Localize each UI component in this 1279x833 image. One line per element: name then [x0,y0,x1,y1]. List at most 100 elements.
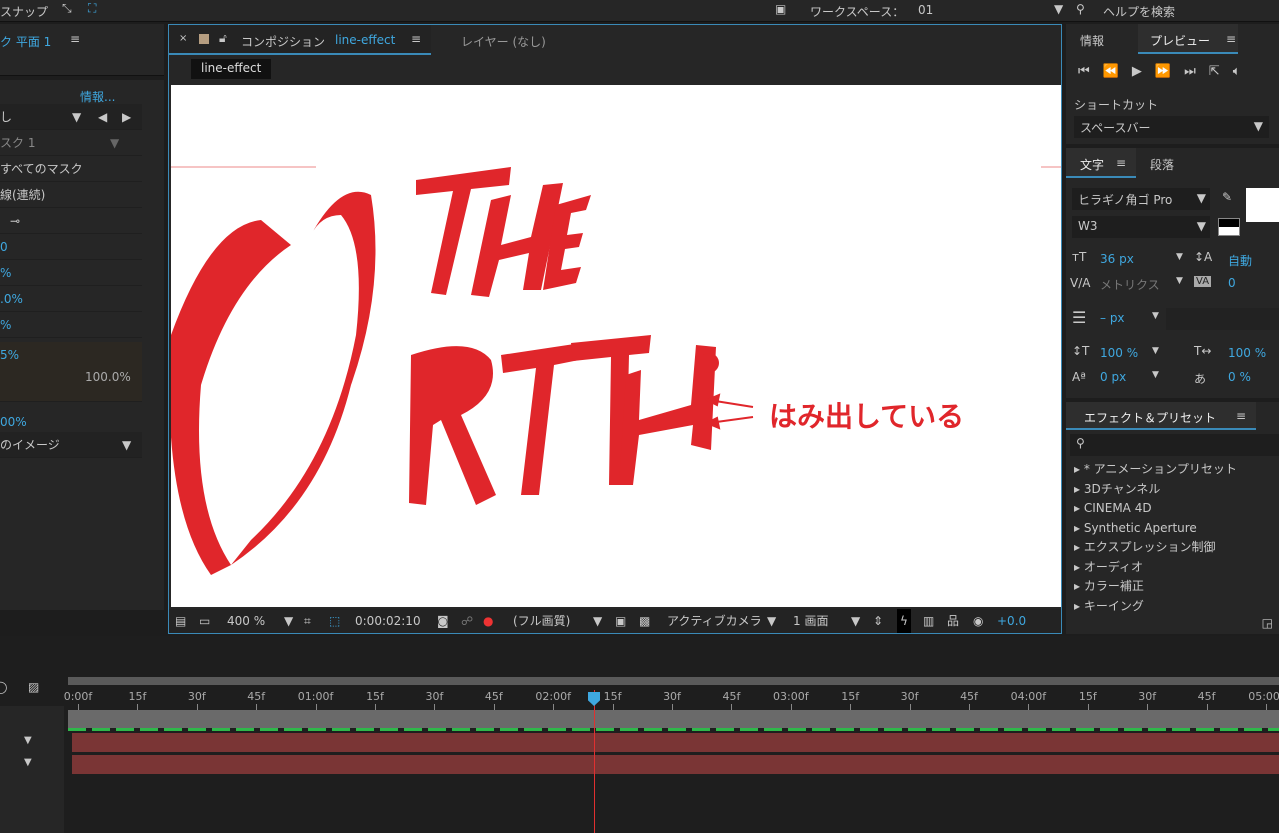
lock-icon[interactable]: 🔓︎ [219,31,227,46]
row-value[interactable]: % [0,260,142,286]
flowchart-icon[interactable]: 品 [947,609,959,633]
time-navigator[interactable] [68,710,1279,728]
workspace-dropdown-icon[interactable]: ▼ [1054,2,1063,16]
tab-effects-presets[interactable]: エフェクト＆プリセット ≡ [1066,402,1256,430]
prev-frame-icon[interactable]: ⏪ [1103,64,1132,79]
layer-bar[interactable] [72,755,1279,774]
next-icon[interactable]: ▶ [122,104,131,130]
info-link[interactable]: 情報... [80,88,115,105]
play-icon[interactable]: ▶ [1132,64,1155,79]
last-frame-icon[interactable]: ⏭ [1184,64,1209,79]
stroke-type-select[interactable] [1166,308,1279,330]
row-value[interactable]: % [0,312,142,338]
timeline-icon[interactable]: ▥ [923,609,934,633]
tab-paragraph[interactable]: 段落 [1150,156,1174,173]
resolution-select[interactable]: (フル画質) [513,609,570,633]
row-all-masks[interactable]: すべてのマスク [0,156,142,182]
chevron-down-icon[interactable]: ▼ [24,757,32,768]
chevron-down-icon[interactable]: ▼ [767,609,776,633]
shortcut-select[interactable]: スペースバー ▼ [1074,116,1269,138]
chevron-down-icon[interactable]: ▼ [1176,252,1183,262]
effects-search-input[interactable]: ⚲ [1070,434,1279,456]
tab-composition[interactable]: × 🔓︎ コンポジション line-effect ≡ [169,25,431,55]
leading-value[interactable]: 自動 [1228,252,1252,269]
workspace-value[interactable]: 01 [918,3,933,17]
view-layout-select[interactable]: 1 画面 [793,609,828,633]
row-value[interactable]: .0% [0,286,142,312]
prev-icon[interactable]: ◀ [98,104,107,130]
effect-category[interactable]: ▸ キーイング [1066,597,1279,617]
row-value[interactable]: 5% 100.0% [0,342,142,402]
image-select[interactable]: のイメージ ▼ [0,432,142,458]
row-value[interactable]: 0 [0,234,142,260]
tsume-value[interactable]: 0 % [1228,370,1251,384]
transparency-grid-icon[interactable]: ▩ [639,609,650,633]
vertical-scale-value[interactable]: 100 % [1100,346,1138,360]
close-icon[interactable]: × [179,33,187,44]
exposure-icon[interactable]: ◉ [973,609,983,633]
graph-editor-icon[interactable]: ▨ [28,680,39,694]
font-size-value[interactable]: 36 px [1100,252,1134,266]
channel-icon[interactable]: ☍ [461,609,473,633]
chevron-down-icon[interactable]: ▼ [24,735,32,746]
snap-icon[interactable]: ⤡ [62,1,72,16]
audio-icon[interactable]: 🔈︎ [1233,64,1254,79]
chevron-down-icon[interactable]: ▼ [851,609,860,633]
camera-icon[interactable]: ◙ [437,609,449,633]
monitor-icon[interactable]: ▭ [199,609,210,633]
current-time-indicator[interactable] [594,690,595,833]
chevron-down-icon[interactable]: ▼ [284,609,293,633]
chevron-down-icon[interactable]: ▼ [1152,370,1159,380]
work-area-bar[interactable] [68,677,1279,685]
composition-viewer[interactable]: はみ出している [171,85,1061,607]
help-search-input[interactable]: ヘルプを検索 [1103,3,1175,20]
zoom-select[interactable]: 400 % [227,609,265,633]
row-pen[interactable]: ⊸ [0,208,142,234]
row-stroke[interactable]: 線(連続) [0,182,142,208]
menu-icon[interactable]: ≡ [411,32,421,46]
motion-blur-icon[interactable]: ◯ [0,680,7,694]
baseline-shift-value[interactable]: 0 px [1100,370,1126,384]
chevron-down-icon[interactable]: ▼ [1152,311,1159,321]
effect-category[interactable]: ▸ オーディオ [1066,558,1279,578]
font-style-select[interactable]: W3 ▼ [1072,216,1210,238]
chevron-down-icon[interactable]: ▼ [1152,346,1159,356]
tab-preview[interactable]: プレビュー ≡ [1138,24,1238,54]
tracking-value[interactable]: 0 [1228,276,1236,290]
timecode[interactable]: 0:00:02:10 [355,609,421,633]
chevron-down-icon[interactable]: ▼ [593,609,602,633]
effect-category[interactable]: ▸ CINEMA 4D [1066,499,1279,519]
mask-visibility-icon[interactable]: ⬚ [329,609,340,633]
exposure-value[interactable]: +0.0 [997,609,1026,633]
horizontal-scale-value[interactable]: 100 % [1228,346,1266,360]
mask-mode-select[interactable]: し ▼ ◀ ▶ [0,104,142,130]
camera-select[interactable]: アクティブカメラ [667,609,762,633]
pixel-aspect-icon[interactable]: ⇕ [873,609,883,633]
kerning-value[interactable]: メトリクス [1100,276,1160,293]
effect-category[interactable]: ▸ 3Dチャンネル [1066,480,1279,500]
first-frame-icon[interactable]: ⏮ [1078,64,1103,79]
font-family-select[interactable]: ヒラギノ角ゴ Pro ▼ [1072,188,1210,210]
rgb-icon[interactable]: ● [483,609,493,633]
new-folder-icon[interactable]: ◲ [1262,616,1273,630]
playback-controls[interactable]: ⏮⏪▶⏩⏭⇱🔈︎ [1078,64,1254,79]
effect-category[interactable]: ▸ * アニメーションプリセット [1066,460,1279,480]
tab-layer[interactable]: レイヤー (なし) [461,33,546,50]
tab-info[interactable]: 情報 [1080,32,1104,49]
effect-category[interactable]: ▸ カラー補正 [1066,577,1279,597]
menu-icon[interactable]: ≡ [70,32,80,46]
gamepad-icon[interactable]: ▣ [775,2,786,16]
layer-bar[interactable] [72,733,1279,752]
snap-label[interactable]: スナップ [0,3,48,20]
roi-icon[interactable]: ▣ [615,609,626,633]
search-icon[interactable]: ⚲ [1076,2,1085,16]
tab-character[interactable]: 文字 ≡ [1066,148,1136,178]
panel-title[interactable]: ク 平面 1 [0,33,51,50]
next-frame-icon[interactable]: ⏩ [1155,64,1184,79]
fill-color-swatch[interactable] [1246,188,1279,222]
breadcrumb[interactable]: line-effect [191,59,272,79]
loop-icon[interactable]: ⇱ [1209,64,1233,79]
chevron-down-icon[interactable]: ▼ [1176,276,1183,286]
grid-icon[interactable]: ⌗ [304,609,311,633]
effect-category[interactable]: ▸ エクスプレッション制御 [1066,538,1279,558]
